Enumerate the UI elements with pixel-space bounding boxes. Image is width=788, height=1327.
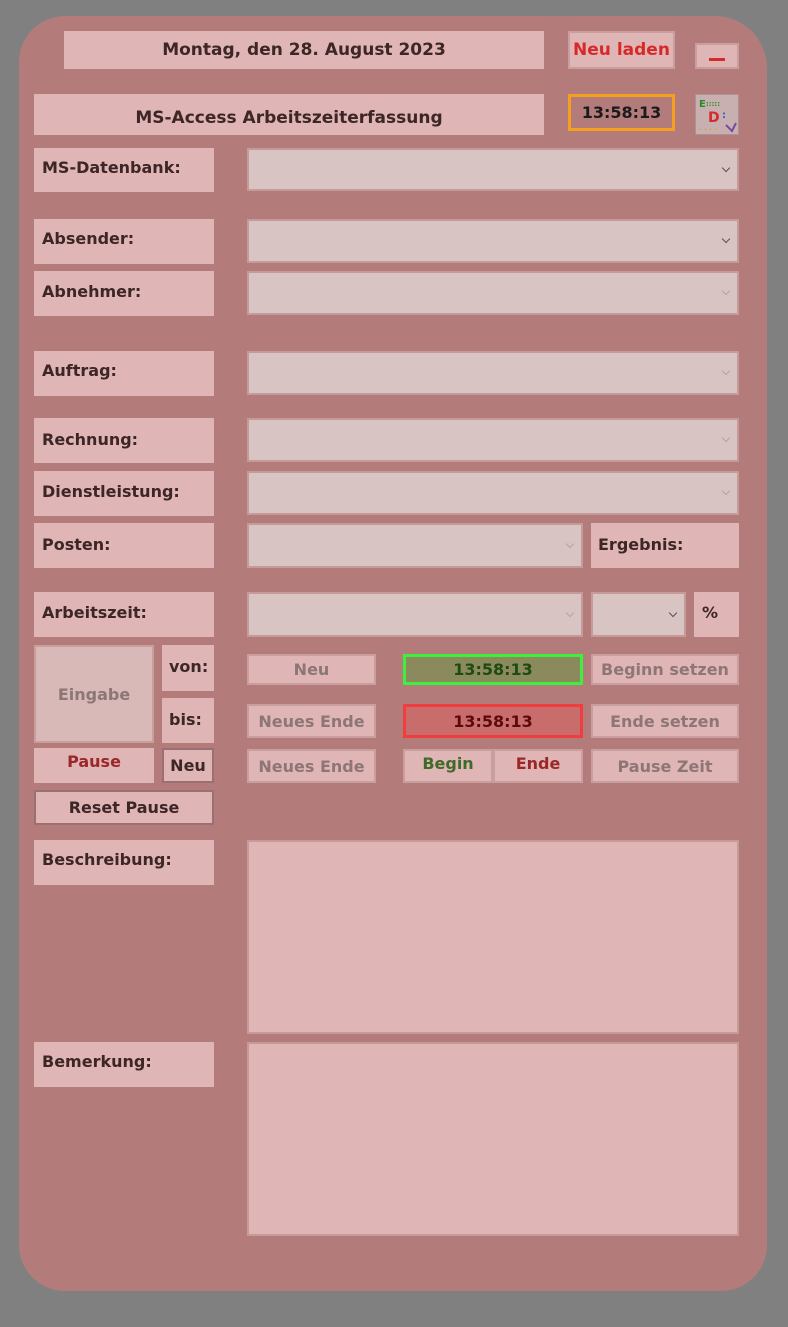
service-label: Dienstleistung: bbox=[34, 471, 214, 516]
chevron-down-icon bbox=[721, 433, 731, 443]
begin-button[interactable]: Begin bbox=[403, 749, 493, 783]
database-select[interactable] bbox=[247, 148, 739, 191]
sender-label: Absender: bbox=[34, 219, 214, 264]
svg-text::: : bbox=[722, 110, 726, 121]
end-time-display: 13:58:13 bbox=[403, 704, 583, 738]
date-display: Montag, den 28. August 2023 bbox=[64, 31, 544, 69]
remark-label: Bemerkung: bbox=[34, 1042, 214, 1087]
svg-text:E: E bbox=[699, 99, 706, 110]
set-begin-button[interactable]: Beginn setzen bbox=[591, 654, 739, 685]
customer-label: Abnehmer: bbox=[34, 271, 214, 316]
pause-new-button[interactable]: Neu bbox=[162, 748, 214, 783]
reload-button[interactable]: Neu laden bbox=[568, 31, 675, 69]
set-end-button[interactable]: Ende setzen bbox=[591, 704, 739, 738]
worktime-label: Arbeitszeit: bbox=[34, 592, 214, 637]
current-clock: 13:58:13 bbox=[568, 94, 675, 131]
svg-text:. . . .: . . . . bbox=[699, 124, 717, 132]
input-button[interactable]: Eingabe bbox=[34, 645, 154, 743]
order-select[interactable] bbox=[247, 351, 739, 395]
form-logo-icon: E ::::: D : . . . . bbox=[695, 94, 739, 135]
chevron-down-icon bbox=[668, 608, 678, 617]
app-title: MS-Access Arbeitszeiterfassung bbox=[34, 94, 544, 135]
minimize-button[interactable] bbox=[695, 43, 739, 69]
chevron-down-icon bbox=[721, 366, 731, 376]
new-end-button-2[interactable]: Neues Ende bbox=[247, 749, 376, 783]
pause-button[interactable]: Pause bbox=[34, 748, 154, 783]
chevron-down-icon bbox=[565, 608, 575, 617]
percent-select[interactable] bbox=[591, 592, 686, 637]
begin-time-display: 13:58:13 bbox=[403, 654, 583, 685]
percent-label: % bbox=[694, 592, 739, 637]
pause-time-button[interactable]: Pause Zeit bbox=[591, 749, 739, 783]
remark-textarea[interactable] bbox=[247, 1042, 739, 1236]
sender-select[interactable] bbox=[247, 219, 739, 263]
chevron-down-icon bbox=[565, 539, 575, 548]
new-begin-button[interactable]: Neu bbox=[247, 654, 376, 685]
new-end-button[interactable]: Neues Ende bbox=[247, 704, 376, 738]
description-label: Beschreibung: bbox=[34, 840, 214, 885]
from-label: von: bbox=[162, 645, 214, 691]
chevron-down-icon bbox=[721, 234, 731, 244]
svg-text::::::: ::::: bbox=[706, 100, 720, 108]
item-label: Posten: bbox=[34, 523, 214, 568]
database-label: MS-Datenbank: bbox=[34, 148, 214, 192]
reset-pause-button[interactable]: Reset Pause bbox=[34, 790, 214, 825]
end-button[interactable]: Ende bbox=[493, 749, 583, 783]
description-textarea[interactable] bbox=[247, 840, 739, 1034]
to-label: bis: bbox=[162, 698, 214, 743]
worktime-select[interactable] bbox=[247, 592, 583, 637]
item-select[interactable] bbox=[247, 523, 583, 568]
order-label: Auftrag: bbox=[34, 351, 214, 396]
minimize-icon bbox=[709, 57, 725, 61]
result-label: Ergebnis: bbox=[591, 523, 739, 568]
chevron-down-icon bbox=[721, 486, 731, 496]
invoice-select[interactable] bbox=[247, 418, 739, 462]
service-select[interactable] bbox=[247, 471, 739, 515]
customer-select[interactable] bbox=[247, 271, 739, 315]
chevron-down-icon bbox=[721, 163, 731, 172]
chevron-down-icon bbox=[721, 286, 731, 296]
invoice-label: Rechnung: bbox=[34, 418, 214, 463]
